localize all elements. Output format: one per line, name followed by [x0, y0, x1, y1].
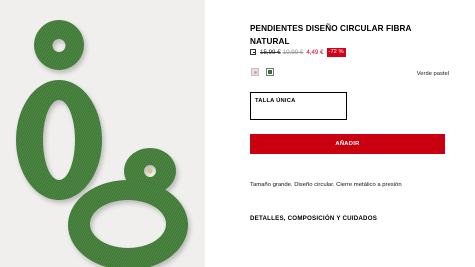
- product-info-panel: PENDIENTES DISEÑO CIRCULAR FIBRA NATURAL…: [250, 0, 450, 267]
- details-composition-link[interactable]: DETALLES, COMPOSICIÓN Y CUIDADOS: [250, 215, 377, 222]
- product-title: PENDIENTES DISEÑO CIRCULAR FIBRA NATURAL: [250, 24, 412, 46]
- left-earring-top-ring: [34, 20, 85, 70]
- selected-color-name: Verde pastel: [416, 71, 449, 77]
- sale-price: 4,49 €: [306, 48, 324, 56]
- color-swatch-green-fill: [268, 70, 272, 74]
- right-earring-bottom-ring: [68, 180, 188, 267]
- product-image[interactable]: [0, 0, 205, 267]
- discount-badge: -72 %: [326, 47, 346, 57]
- add-to-cart-button[interactable]: AÑADIR: [250, 134, 445, 154]
- size-selector[interactable]: TALLA ÚNICA: [250, 92, 347, 120]
- color-swatch-pink[interactable]: [251, 68, 259, 76]
- earrings-illustration: [16, 20, 188, 267]
- price-info-icon[interactable]: [250, 49, 256, 55]
- product-description: Tamaño grande. Diseño circular. Cierre m…: [250, 182, 402, 188]
- price-row: 15,99 € 10,99 € 4,49 € -72 %: [250, 47, 346, 57]
- previous-price: 10,99 €: [282, 48, 304, 56]
- color-swatch-green[interactable]: [266, 68, 274, 76]
- size-label: TALLA ÚNICA: [255, 98, 296, 104]
- left-earring-bottom-ring: [16, 80, 103, 201]
- original-price: 15,99 €: [260, 48, 281, 56]
- clasp: [147, 168, 153, 174]
